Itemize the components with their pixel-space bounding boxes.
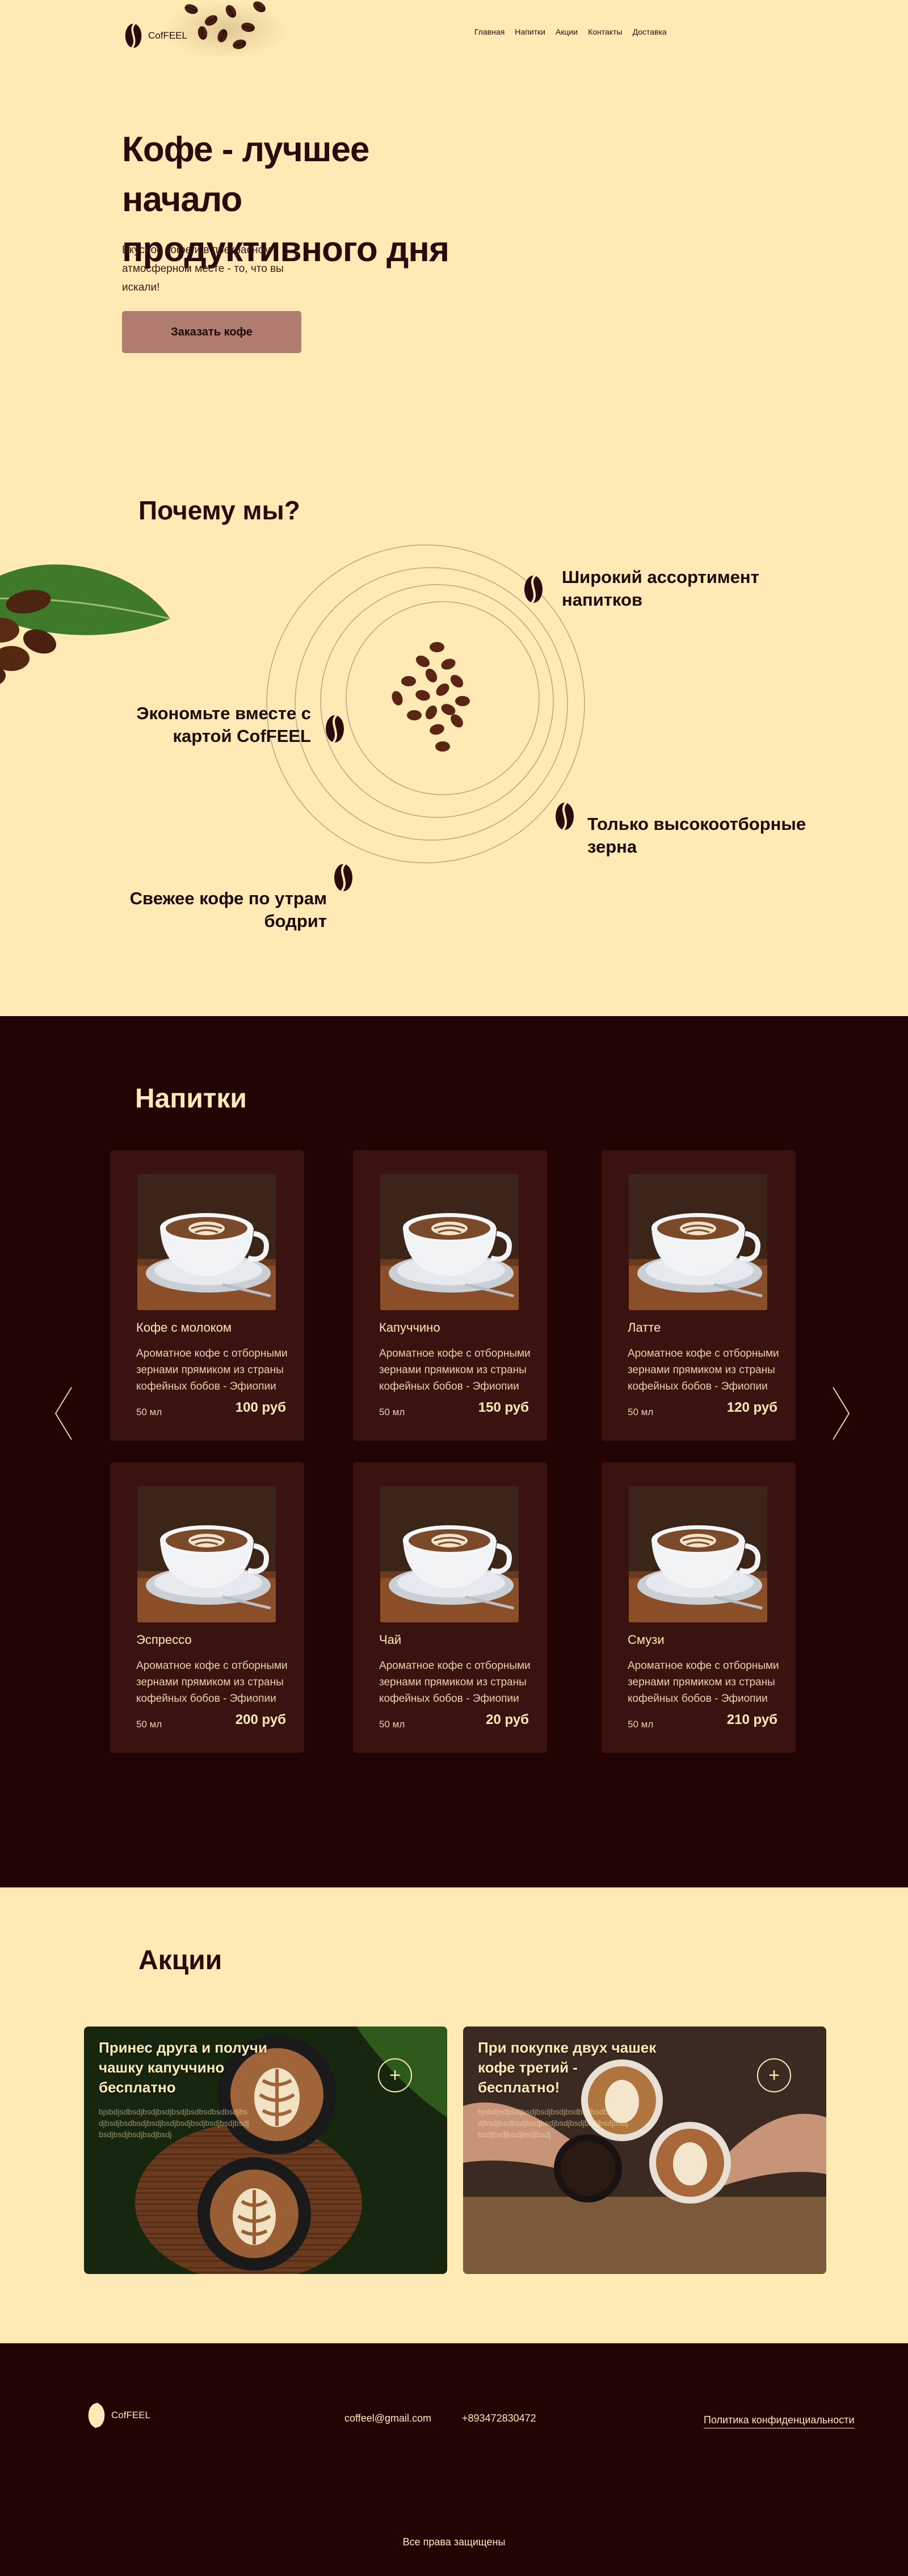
promos-title: Акции: [138, 1945, 222, 1975]
feature-assortment: Широкий ассортимент напитков: [562, 567, 759, 610]
main-nav: Главная Напитки Акции Контакты Доставка: [474, 27, 667, 36]
drink-description: Ароматное кофе с отборными зернами прями…: [379, 1660, 531, 1705]
drink-price: 20 руб: [486, 1712, 529, 1727]
drink-volume: 50 мл: [136, 1407, 162, 1417]
drink-description: Ароматное кофе с отборными зернами прями…: [379, 1348, 531, 1392]
drinks-title: Напитки: [135, 1084, 247, 1114]
footer-email-link[interactable]: coffeel@gmail.com: [344, 2413, 431, 2424]
drink-card[interactable]: Чай Ароматное кофе с отборными зернами пр…: [353, 1462, 547, 1753]
coffee-bean-icon: [553, 800, 576, 832]
footer: CofFEEL coffeel@gmail.com +893472830472 …: [0, 2343, 908, 2576]
cappuccino-photo: [380, 1174, 519, 1310]
drink-volume: 50 мл: [379, 1719, 405, 1730]
drink-name: Латте: [628, 1320, 661, 1335]
header-logo[interactable]: CofFEEL: [122, 22, 187, 50]
drink-description: Ароматное кофе с отборными зернами прями…: [628, 1348, 779, 1392]
drink-description: Ароматное кофе с отборными зернами прями…: [136, 1660, 288, 1705]
coffee-leaf-image: [0, 564, 171, 684]
coffee-bean-logo-icon: [85, 2401, 108, 2430]
drink-price: 150 руб: [478, 1400, 529, 1415]
promo-card-friend[interactable]: Принес друга и получи чашку капуччино бе…: [84, 2027, 447, 2274]
coffee-bean-icon: [522, 573, 545, 605]
nav-item-home[interactable]: Главная: [474, 27, 505, 36]
drink-volume: 50 мл: [379, 1407, 405, 1417]
drink-photo: [380, 1486, 519, 1622]
promo-title-friend: Принес друга и получи чашку капуччино бе…: [99, 2039, 267, 2096]
drink-name: Капуччино: [379, 1320, 440, 1335]
drink-price: 100 руб: [235, 1400, 286, 1415]
nav-item-delivery[interactable]: Доставка: [633, 27, 667, 36]
promo-text-friend: bjsbdjsdbsdjbsdjbsdjbsdjbsdbsdbsdbsdjbsd…: [99, 2107, 249, 2139]
arrow-right-icon[interactable]: [830, 1385, 852, 1442]
drink-card[interactable]: Латте Ароматное кофе с отборными зернами …: [602, 1150, 796, 1441]
hero-subtitle: Вкусное кофе и в прекрасном атмосферном …: [122, 244, 284, 293]
cappuccino-photo: [380, 1486, 519, 1622]
nav-item-promos[interactable]: Акции: [556, 27, 578, 36]
drink-card[interactable]: Капуччино Ароматное кофе с отборными зерн…: [353, 1150, 547, 1441]
footer-logo-text: CofFEEL: [111, 2410, 150, 2420]
drink-photo: [629, 1486, 767, 1622]
drink-photo: [137, 1174, 276, 1310]
plus-icon[interactable]: +: [757, 2058, 791, 2092]
drink-name: Смузи: [628, 1633, 665, 1647]
copyright-text: Все права защищены: [402, 2536, 506, 2548]
drink-price: 210 руб: [726, 1712, 777, 1727]
why-us-title: Почему мы?: [138, 496, 300, 525]
privacy-policy-link[interactable]: Политика конфиденциальности: [704, 2414, 855, 2428]
drink-photo: [629, 1174, 767, 1310]
drink-price: 200 руб: [235, 1712, 286, 1727]
drink-card[interactable]: Кофе с молоком Ароматное кофе с отборными…: [110, 1150, 304, 1441]
coffee-bean-logo-icon: [122, 22, 145, 50]
drink-photo: [380, 1174, 519, 1310]
promo-text-third-free: bjsbdjsdbsdjbsdjbsdjbsdjbsdbsdbsdbsdjbsd…: [478, 2107, 628, 2139]
drink-name: Эспрессо: [136, 1633, 192, 1647]
drink-card[interactable]: Эспрессо Ароматное кофе с отборными зерна…: [110, 1462, 304, 1753]
drink-description: Ароматное кофе с отборными зернами прями…: [628, 1660, 779, 1705]
nav-item-drinks[interactable]: Напитки: [515, 27, 545, 36]
order-coffee-button[interactable]: Заказать кофе: [122, 311, 301, 353]
footer-logo[interactable]: CofFEEL: [85, 2401, 150, 2430]
drink-price: 120 руб: [726, 1400, 777, 1415]
nav-item-contacts[interactable]: Контакты: [588, 27, 622, 36]
plus-icon[interactable]: +: [378, 2058, 412, 2092]
drink-volume: 50 мл: [628, 1407, 654, 1417]
promo-title-third-free: При покупке двух чашек кофе третий - бес…: [478, 2039, 657, 2096]
feature-card-savings: Экономьте вместе с картой CofFEEL: [136, 703, 311, 746]
drink-name: Кофе с молоком: [136, 1320, 232, 1335]
drink-description: Ароматное кофе с отборными зернами прями…: [136, 1348, 288, 1392]
drink-volume: 50 мл: [628, 1719, 654, 1730]
cappuccino-photo: [629, 1486, 767, 1622]
coffee-bean-icon: [332, 862, 355, 893]
logo-text: CofFEEL: [148, 30, 187, 41]
cappuccino-photo: [137, 1486, 276, 1622]
drink-volume: 50 мл: [136, 1719, 162, 1730]
hero-section: CofFEEL Главная Напитки Акции Контакты Д…: [0, 0, 908, 477]
cappuccino-photo: [629, 1174, 767, 1310]
drink-photo: [137, 1486, 276, 1622]
drink-card[interactable]: Смузи Ароматное кофе с отборными зернами …: [602, 1462, 796, 1753]
arrow-left-icon[interactable]: [52, 1385, 75, 1442]
coffee-bean-icon: [323, 713, 346, 745]
feature-quality-beans: Только высокоотборные зерна: [587, 814, 806, 857]
promo-card-third-free[interactable]: При покупке двух чашек кофе третий - бес…: [463, 2027, 826, 2274]
drinks-section: Напитки Кофе с молоком Ароматное кофе с о…: [0, 1016, 908, 1887]
coffee-beans-pile: [392, 642, 470, 752]
cappuccino-photo: [137, 1174, 276, 1310]
drink-name: Чай: [379, 1633, 402, 1647]
feature-fresh-morning: Свежее кофе по утрам бодрит: [129, 888, 327, 931]
footer-phone-link[interactable]: +893472830472: [462, 2413, 536, 2424]
